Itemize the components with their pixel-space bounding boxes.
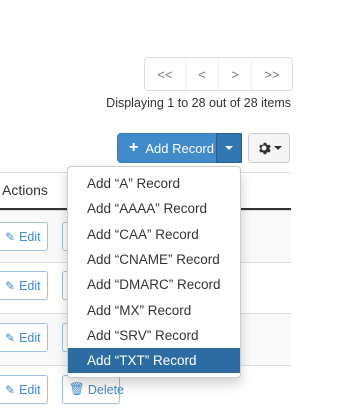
menu-item-add-srv[interactable]: Add “SRV” Record	[68, 323, 240, 348]
trash-icon: 🗑	[69, 382, 85, 396]
pencil-icon: ✎	[5, 330, 16, 345]
edit-button[interactable]: ✎ Edit	[0, 323, 48, 352]
delete-label: Delete	[87, 382, 125, 397]
chevron-down-icon	[273, 146, 282, 150]
menu-item-add-caa[interactable]: Add “CAA” Record	[68, 222, 240, 247]
first-page-button[interactable]: <<	[145, 58, 185, 90]
results-summary: Displaying 1 to 28 out of 28 items	[106, 96, 291, 110]
edit-label: Edit	[19, 278, 41, 293]
settings-button[interactable]	[248, 133, 290, 163]
edit-button[interactable]: ✎ Edit	[0, 375, 48, 404]
actions-column-header: Actions	[2, 182, 48, 198]
pencil-icon: ✎	[5, 382, 16, 397]
menu-item-add-txt[interactable]: Add “TXT” Record	[68, 348, 240, 374]
edit-button[interactable]: ✎ Edit	[0, 222, 48, 251]
caret-down-icon	[225, 146, 233, 150]
pencil-icon: ✎	[5, 278, 16, 293]
add-record-label: Add Record	[145, 140, 214, 156]
pagination: << < > >>	[144, 57, 293, 91]
plus-icon: +	[129, 139, 139, 156]
pencil-icon: ✎	[5, 229, 16, 244]
next-page-button[interactable]: >	[218, 58, 251, 90]
gear-icon	[258, 142, 271, 155]
add-record-menu: Add “A” Record Add “AAAA” Record Add “CA…	[67, 166, 241, 378]
prev-page-button[interactable]: <	[185, 58, 218, 90]
add-record-dropdown-toggle[interactable]	[216, 133, 242, 163]
menu-item-add-cname[interactable]: Add “CNAME” Record	[68, 247, 240, 272]
delete-button[interactable]: 🗑 Delete	[62, 375, 124, 404]
last-page-button[interactable]: >>	[251, 58, 292, 90]
menu-item-add-aaaa[interactable]: Add “AAAA” Record	[68, 196, 240, 221]
menu-item-add-mx[interactable]: Add “MX” Record	[68, 297, 240, 322]
menu-item-add-dmarc[interactable]: Add “DMARC” Record	[68, 272, 240, 297]
edit-label: Edit	[19, 382, 41, 397]
menu-item-add-a[interactable]: Add “A” Record	[68, 171, 240, 196]
edit-label: Edit	[19, 330, 41, 345]
edit-label: Edit	[19, 229, 41, 244]
edit-button[interactable]: ✎ Edit	[0, 271, 48, 300]
